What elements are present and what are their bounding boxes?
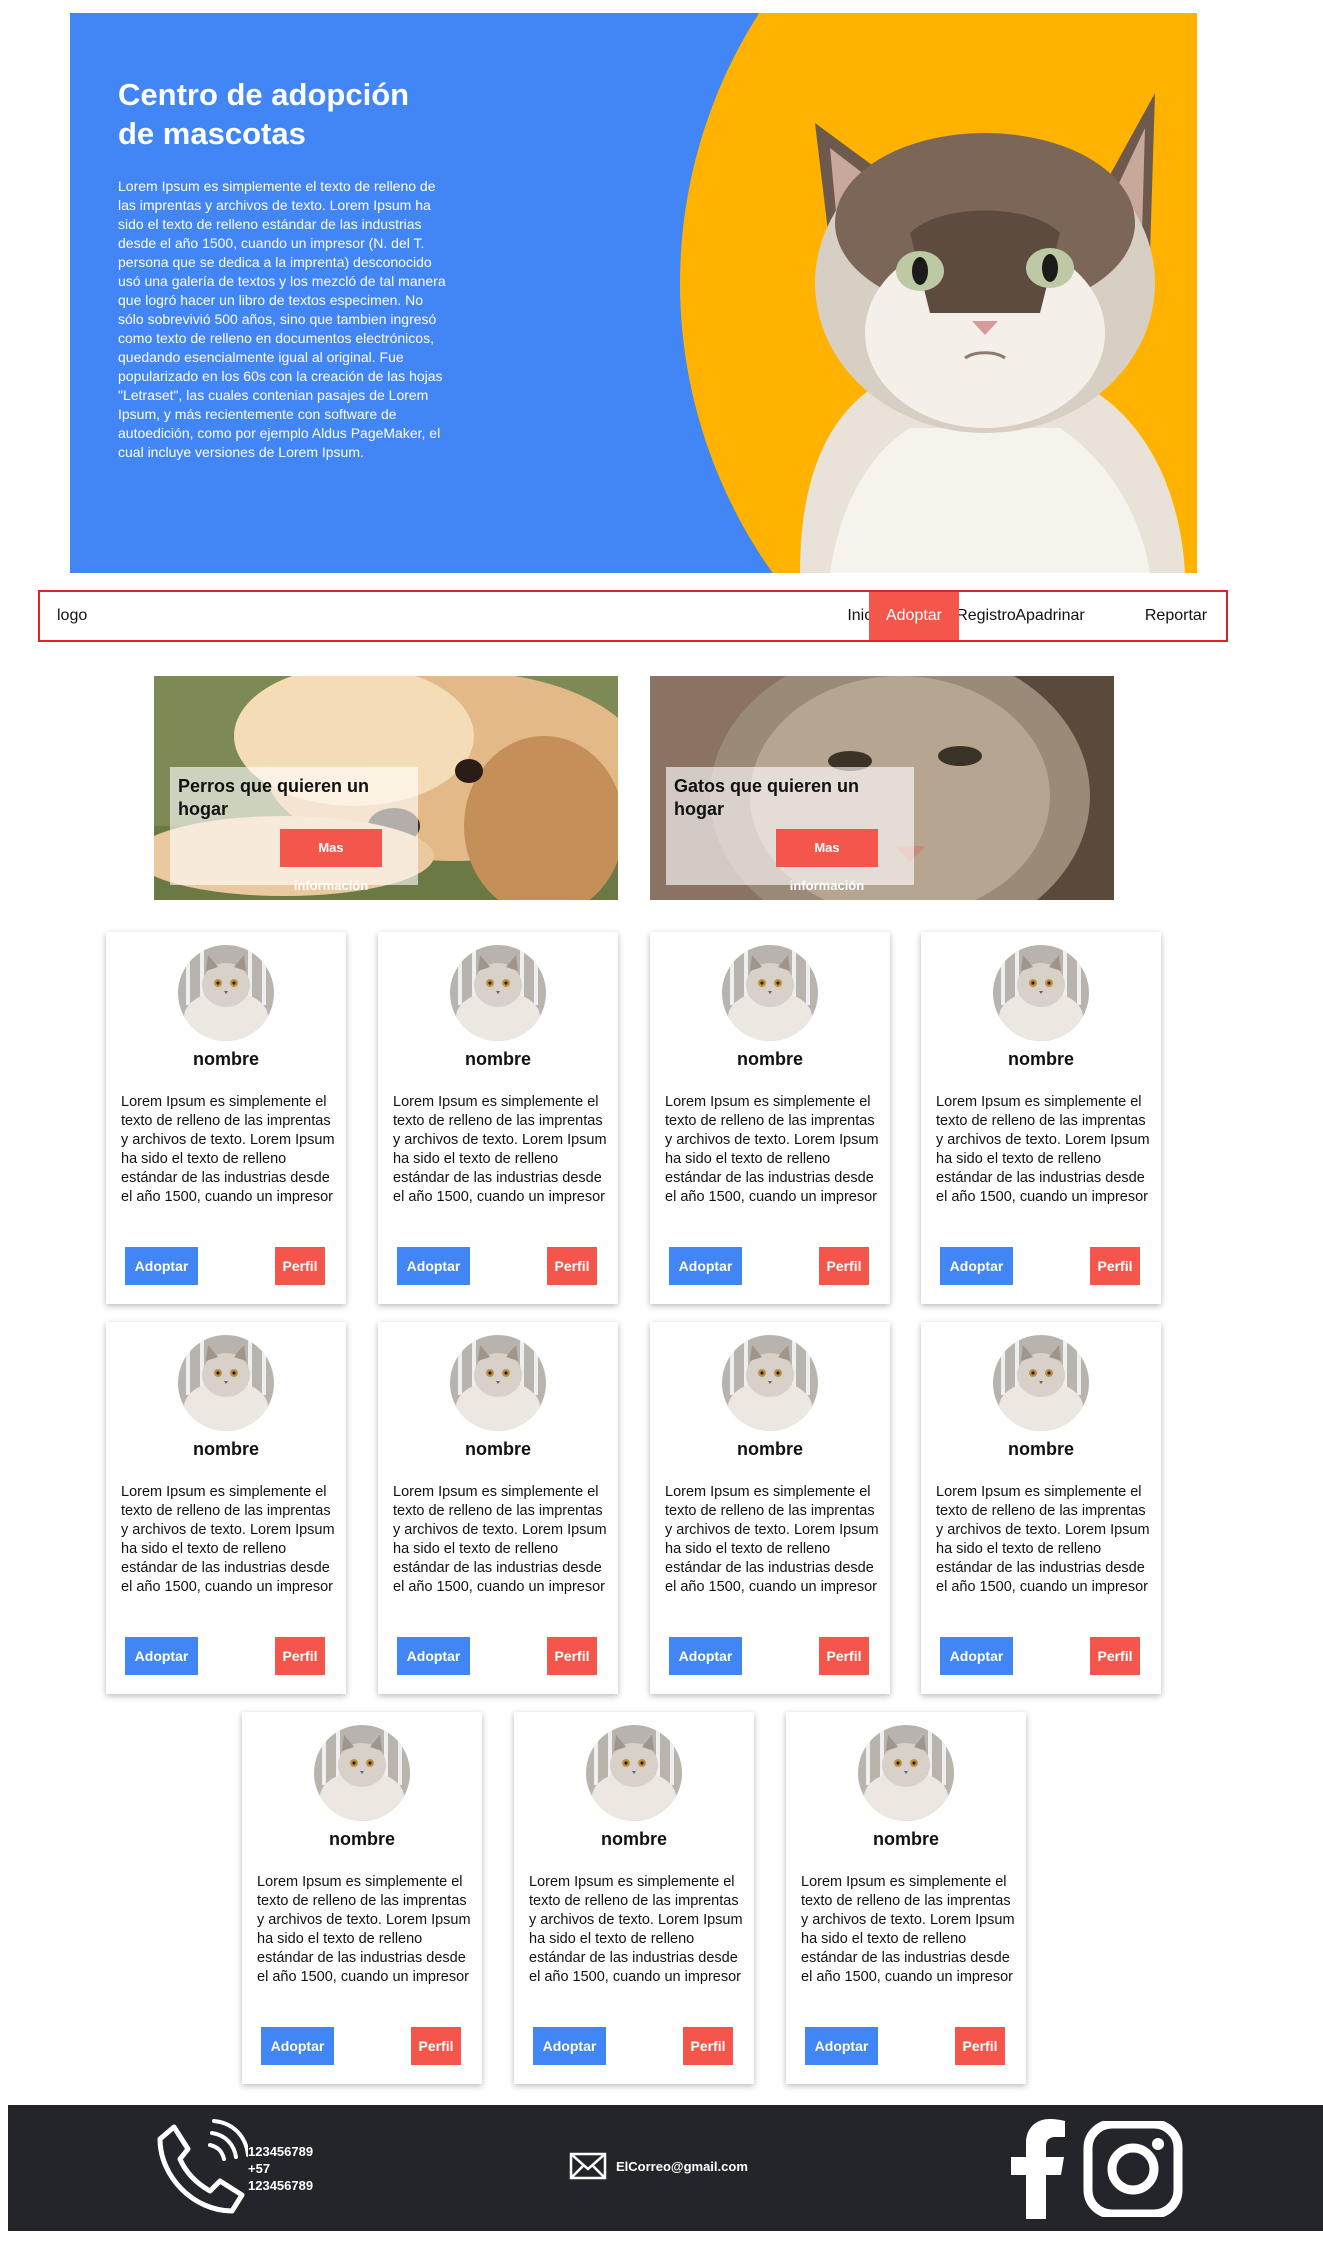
pet-description: Lorem Ipsum es simplemente el texto de r… [393, 1484, 607, 1595]
nav-item-adoptar[interactable]: Adoptar [869, 592, 959, 640]
pet-card: nombre Lorem Ipsum es simplemente el text… [378, 932, 618, 1304]
profile-button[interactable]: Perfil [547, 1637, 597, 1675]
hero-section: Centro de adopción de mascotas Lorem Ips… [70, 13, 1197, 573]
pet-description: Lorem Ipsum es simplemente el texto de r… [121, 1094, 335, 1205]
nav-item-apadrinar[interactable]: Apadrinar [985, 592, 1115, 640]
footer: 123456789 +57 123456789 ElCorreo@gmail.c… [8, 2105, 1323, 2231]
phone-line-1: 123456789 [248, 2144, 314, 2159]
grumpy-cat-image [800, 93, 1185, 573]
email-link[interactable]: ElCorreo@gmail.com [616, 2159, 748, 2174]
pet-name: nombre [736, 1049, 803, 1069]
pet-name: nombre [464, 1049, 531, 1069]
pet-name: nombre [600, 1829, 667, 1849]
logo[interactable]: logo [57, 607, 87, 625]
profile-button[interactable]: Perfil [547, 1247, 597, 1285]
pet-name: nombre [736, 1439, 803, 1459]
pet-name: nombre [328, 1829, 395, 1849]
banner-dogs: Perros que quieren un hogar Mas informac… [154, 676, 618, 900]
pet-name: nombre [872, 1829, 939, 1849]
facebook-icon[interactable] [1008, 2119, 1068, 2219]
banner-cats-box: Gatos que quieren un hogar Mas informaci… [666, 767, 914, 893]
adopt-button[interactable]: Adoptar [940, 1247, 1013, 1285]
hero-description: Lorem Ipsum es simplemente el texto de r… [118, 178, 446, 460]
pet-avatar [450, 945, 546, 1041]
cats-more-info-button[interactable]: Mas información [776, 829, 878, 893]
adopt-button[interactable]: Adoptar [533, 2027, 606, 2065]
adopt-button[interactable]: Adoptar [125, 1247, 198, 1285]
pet-card: nombre Lorem Ipsum es simplemente el text… [786, 1712, 1026, 2084]
nav-item-reportar[interactable]: Reportar [1125, 592, 1227, 640]
mail-icon [569, 2152, 607, 2180]
pet-card: nombre Lorem Ipsum es simplemente el text… [650, 932, 890, 1304]
pet-card: nombre Lorem Ipsum es simplemente el text… [921, 1322, 1161, 1694]
pet-name: nombre [464, 1439, 531, 1459]
pet-avatar [178, 945, 274, 1041]
pet-avatar [450, 1335, 546, 1431]
pet-card: nombre Lorem Ipsum es simplemente el text… [378, 1322, 618, 1694]
banner-dogs-title: Perros que quieren un hogar [178, 776, 370, 819]
profile-button[interactable]: Perfil [1090, 1637, 1140, 1675]
pet-description: Lorem Ipsum es simplemente el texto de r… [393, 1094, 607, 1205]
pet-avatar [178, 1335, 274, 1431]
pet-avatar [586, 1725, 682, 1821]
pet-avatar [993, 945, 1089, 1041]
pet-card: nombre Lorem Ipsum es simplemente el text… [106, 932, 346, 1304]
pet-avatar [858, 1725, 954, 1821]
hero-title: Centro de adopción de mascotas [118, 77, 410, 151]
banner-dogs-box: Perros que quieren un hogar Mas informac… [170, 767, 418, 893]
phone-line-2: +57 [248, 2161, 271, 2176]
phone-numbers: 123456789 +57 123456789 [248, 2143, 313, 2194]
pet-avatar [314, 1725, 410, 1821]
pet-name: nombre [1007, 1049, 1074, 1069]
profile-button[interactable]: Perfil [411, 2027, 461, 2065]
pet-description: Lorem Ipsum es simplemente el texto de r… [936, 1484, 1150, 1595]
pet-card: nombre Lorem Ipsum es simplemente el text… [921, 932, 1161, 1304]
pet-card: nombre Lorem Ipsum es simplemente el text… [106, 1322, 346, 1694]
pet-description: Lorem Ipsum es simplemente el texto de r… [121, 1484, 335, 1595]
pet-description: Lorem Ipsum es simplemente el texto de r… [257, 1874, 471, 1985]
pet-description: Lorem Ipsum es simplemente el texto de r… [936, 1094, 1150, 1205]
adopt-button[interactable]: Adoptar [805, 2027, 878, 2065]
adopt-button[interactable]: Adoptar [940, 1637, 1013, 1675]
adopt-button[interactable]: Adoptar [125, 1637, 198, 1675]
pet-avatar [722, 945, 818, 1041]
adopt-button[interactable]: Adoptar [261, 2027, 334, 2065]
pet-card: nombre Lorem Ipsum es simplemente el text… [514, 1712, 754, 2084]
profile-button[interactable]: Perfil [819, 1247, 869, 1285]
profile-button[interactable]: Perfil [955, 2027, 1005, 2065]
pet-avatar [722, 1335, 818, 1431]
pet-description: Lorem Ipsum es simplemente el texto de r… [665, 1484, 879, 1595]
pet-description: Lorem Ipsum es simplemente el texto de r… [529, 1874, 743, 1985]
profile-button[interactable]: Perfil [275, 1247, 325, 1285]
instagram-icon[interactable] [1083, 2121, 1183, 2217]
pet-description: Lorem Ipsum es simplemente el texto de r… [801, 1874, 1015, 1985]
adopt-button[interactable]: Adoptar [397, 1637, 470, 1675]
profile-button[interactable]: Perfil [819, 1637, 869, 1675]
banner-cats: Gatos que quieren un hogar Mas informaci… [650, 676, 1114, 900]
phone-icon [157, 2119, 248, 2214]
pet-name: nombre [192, 1439, 259, 1459]
pet-avatar [993, 1335, 1089, 1431]
pet-name: nombre [1007, 1439, 1074, 1459]
adopt-button[interactable]: Adoptar [669, 1247, 742, 1285]
dogs-more-info-button[interactable]: Mas información [280, 829, 382, 893]
phone-line-3: 123456789 [248, 2178, 314, 2193]
profile-button[interactable]: Perfil [683, 2027, 733, 2065]
pet-card: nombre Lorem Ipsum es simplemente el text… [242, 1712, 482, 2084]
adopt-button[interactable]: Adoptar [397, 1247, 470, 1285]
main-navbar: logo Inicio Registro Adoptar Apadrinar R… [38, 590, 1228, 642]
pet-description: Lorem Ipsum es simplemente el texto de r… [665, 1094, 879, 1205]
banner-cats-title: Gatos que quieren un hogar [674, 776, 860, 819]
profile-button[interactable]: Perfil [275, 1637, 325, 1675]
adopt-button[interactable]: Adoptar [669, 1637, 742, 1675]
pet-name: nombre [192, 1049, 259, 1069]
profile-button[interactable]: Perfil [1090, 1247, 1140, 1285]
pet-card: nombre Lorem Ipsum es simplemente el text… [650, 1322, 890, 1694]
